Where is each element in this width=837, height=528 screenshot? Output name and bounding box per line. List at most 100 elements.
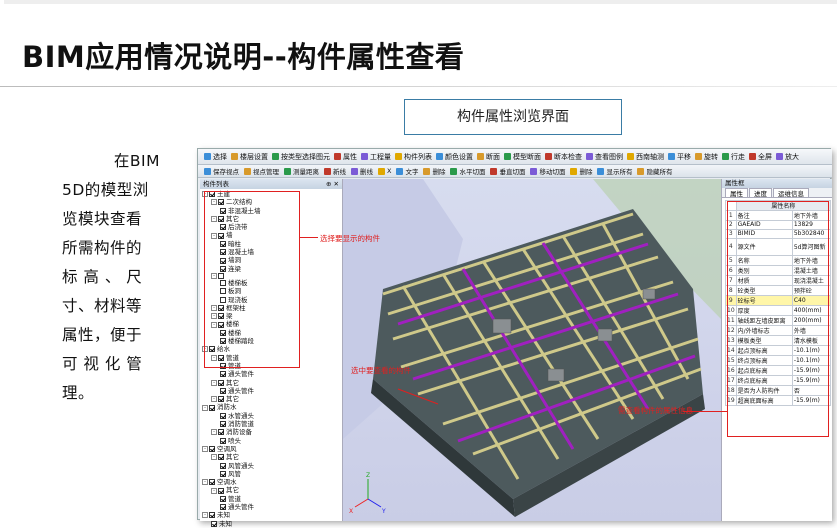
description-line: 理。 bbox=[62, 384, 95, 402]
toolbar-button[interactable]: 视点管理 bbox=[244, 166, 279, 176]
toolbar-button[interactable]: 隐藏所有 bbox=[637, 166, 672, 176]
callout-box: 构件属性浏览界面 bbox=[404, 99, 622, 135]
tree-node[interactable]: - 其它 bbox=[202, 486, 342, 494]
property-info-annotation: 需查看构件的属性信息 bbox=[618, 406, 693, 415]
tree-checkbox[interactable] bbox=[209, 404, 215, 411]
tree-node[interactable]: 风管通头 bbox=[202, 462, 342, 470]
tree-checkbox[interactable] bbox=[218, 454, 224, 461]
tree-node[interactable]: 通头管件 bbox=[202, 370, 342, 378]
toolbar-icon bbox=[597, 167, 605, 175]
toolbar-label: 垂直切面 bbox=[499, 168, 526, 176]
expand-toggle-icon[interactable]: - bbox=[211, 396, 217, 403]
toolbar-label: 模型断面 bbox=[513, 152, 541, 161]
tree-checkbox[interactable] bbox=[220, 437, 226, 444]
toolbar-button[interactable]: 删线 bbox=[351, 166, 373, 176]
toolbar-button[interactable]: 属性 bbox=[334, 152, 357, 162]
toolbar-button[interactable]: 平移 bbox=[668, 152, 691, 162]
tree-checkbox[interactable] bbox=[209, 479, 215, 486]
toolbar-button[interactable]: 删除 bbox=[570, 166, 592, 176]
toolbar-button[interactable]: 行走 bbox=[722, 152, 745, 162]
toolbar-button[interactable]: 构件列表 bbox=[395, 152, 432, 162]
tree-node[interactable]: - 空调风 bbox=[202, 445, 342, 453]
tree-checkbox[interactable] bbox=[218, 429, 224, 436]
tree-checkbox[interactable] bbox=[218, 396, 224, 403]
tree-checkbox[interactable] bbox=[220, 387, 226, 394]
toolbar-button[interactable]: 文字 bbox=[396, 166, 418, 176]
expand-toggle-icon[interactable]: - bbox=[202, 404, 208, 411]
toolbar-label: 楼层设置 bbox=[240, 152, 268, 161]
toolbar-button[interactable]: 西南轴测 bbox=[627, 152, 664, 162]
toolbar-button[interactable]: 楼层设置 bbox=[231, 152, 268, 162]
tree-node[interactable]: 消防管道 bbox=[202, 420, 342, 428]
tree-node[interactable]: - 消防设备 bbox=[202, 428, 342, 436]
toolbar-button[interactable]: 移动切面 bbox=[530, 166, 565, 176]
tree-checkbox[interactable] bbox=[220, 412, 226, 419]
property-tab[interactable]: 属性 bbox=[725, 188, 748, 198]
tree-node[interactable]: - 其它 bbox=[202, 395, 342, 403]
tree-checkbox[interactable] bbox=[209, 512, 215, 519]
panel-controls[interactable]: ⊕ ✕ bbox=[326, 179, 339, 189]
tree-node[interactable]: - 空调水 bbox=[202, 478, 342, 486]
tree-checkbox[interactable] bbox=[220, 495, 226, 502]
tree-node[interactable]: 水管通头 bbox=[202, 412, 342, 420]
toolbar-button[interactable]: 删除 bbox=[423, 166, 445, 176]
toolbar-button[interactable]: 垂直切面 bbox=[490, 166, 525, 176]
expand-toggle-icon[interactable]: - bbox=[211, 487, 217, 494]
toolbar-button[interactable]: 断面 bbox=[477, 152, 500, 162]
toolbar-button[interactable]: 水平切面 bbox=[450, 166, 485, 176]
tree-checkbox[interactable] bbox=[220, 371, 226, 378]
expand-toggle-icon[interactable]: - bbox=[202, 512, 208, 519]
toolbar-button[interactable]: X bbox=[378, 167, 391, 175]
tree-checkbox[interactable] bbox=[220, 504, 226, 511]
toolbar-icon bbox=[204, 167, 211, 175]
toolbar-button[interactable]: 按类型选择图元 bbox=[272, 152, 330, 162]
tree-checkbox[interactable] bbox=[209, 446, 215, 453]
tree-checkbox[interactable] bbox=[220, 470, 226, 477]
tree-node[interactable]: - 未知 bbox=[202, 511, 342, 519]
tree-node[interactable]: - 消防水 bbox=[202, 403, 342, 411]
tree-node[interactable]: 通头管件 bbox=[202, 503, 342, 511]
toolbar-button[interactable]: 断本检查 bbox=[545, 152, 582, 162]
expand-toggle-icon[interactable]: - bbox=[202, 479, 208, 486]
toolbar-icon bbox=[395, 153, 402, 160]
tree-node[interactable]: 通头管件 bbox=[202, 387, 342, 395]
toolbar-button[interactable]: 放大 bbox=[776, 152, 799, 162]
toolbar-button[interactable]: 旋转 bbox=[695, 152, 718, 162]
tree-node-label: 其它 bbox=[226, 378, 239, 387]
expand-toggle-icon[interactable]: - bbox=[202, 446, 208, 453]
toolbar-icon bbox=[477, 153, 484, 160]
tree-checkbox[interactable] bbox=[220, 462, 226, 469]
toolbar-button[interactable]: 模型断面 bbox=[504, 152, 541, 162]
tree-node[interactable]: 风管 bbox=[202, 470, 342, 478]
tree-checkbox[interactable] bbox=[218, 379, 224, 386]
toolbar-button[interactable]: 新线 bbox=[324, 166, 346, 176]
toolbar-button[interactable]: 全屏 bbox=[749, 152, 772, 162]
toolbar-label: 删除 bbox=[432, 168, 446, 176]
expand-toggle-icon[interactable]: - bbox=[211, 379, 217, 386]
3d-model-viewport[interactable]: Z X Y bbox=[343, 179, 721, 521]
toolbar-button[interactable]: 查看图例 bbox=[586, 152, 623, 162]
toolbar-button[interactable]: 选择 bbox=[204, 152, 227, 162]
toolbar-button[interactable]: 显示所有 bbox=[597, 166, 632, 176]
building-model[interactable]: Z X Y bbox=[343, 179, 721, 521]
tree-checkbox[interactable] bbox=[211, 520, 217, 527]
toolbar-button[interactable]: 工程量 bbox=[361, 152, 391, 162]
tree-node[interactable]: 未知 bbox=[202, 520, 342, 528]
tree-node[interactable]: - 其它 bbox=[202, 453, 342, 461]
property-tab[interactable]: 运维信息 bbox=[773, 188, 809, 198]
tree-node-label: 消防设备 bbox=[226, 428, 252, 437]
property-tab[interactable]: 进度 bbox=[749, 188, 772, 198]
tree-node[interactable]: 喷头 bbox=[202, 437, 342, 445]
tree-node[interactable]: - 其它 bbox=[202, 379, 342, 387]
toolbar-button[interactable]: 测量距离 bbox=[284, 166, 319, 176]
toolbar-label: 断本检查 bbox=[554, 152, 582, 161]
expand-toggle-icon[interactable]: - bbox=[211, 454, 217, 461]
toolbar-button[interactable]: 颜色设置 bbox=[436, 152, 473, 162]
expand-toggle-icon[interactable]: - bbox=[211, 429, 217, 436]
toolbar-button[interactable]: 保存视点 bbox=[204, 166, 239, 176]
toolbar-label: 断面 bbox=[486, 152, 500, 161]
tree-node[interactable]: 管道 bbox=[202, 495, 342, 503]
tree-checkbox[interactable] bbox=[218, 487, 224, 494]
toolbar-icon bbox=[436, 153, 443, 160]
tree-checkbox[interactable] bbox=[220, 421, 226, 428]
